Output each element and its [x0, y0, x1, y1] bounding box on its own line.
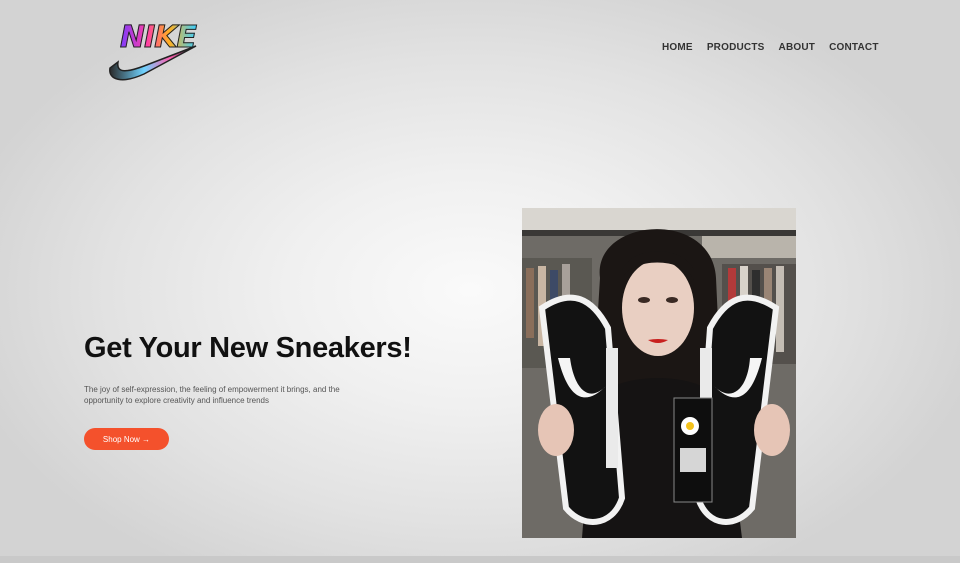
- bottom-strip: [0, 556, 960, 563]
- nav-contact[interactable]: CONTACT: [829, 42, 879, 53]
- logo-text: NIKE: [119, 20, 197, 56]
- hero-description: The joy of self-expression, the feeling …: [84, 385, 340, 405]
- hero-photo: [522, 208, 796, 538]
- shop-now-button[interactable]: Shop Now →: [84, 428, 169, 450]
- nav-products[interactable]: PRODUCTS: [707, 42, 765, 53]
- nav-about[interactable]: ABOUT: [779, 42, 816, 53]
- main-nav: HOME PRODUCTS ABOUT CONTACT: [662, 42, 893, 53]
- woman-sneakers-illustration: [522, 208, 796, 538]
- nav-home[interactable]: HOME: [662, 42, 693, 53]
- brand-logo[interactable]: NIKE: [104, 18, 200, 88]
- hero-title: Get Your New Sneakers!: [84, 332, 412, 364]
- page: NIKE HOME PRODUCTS ABOUT CONTACT Get You…: [0, 0, 960, 556]
